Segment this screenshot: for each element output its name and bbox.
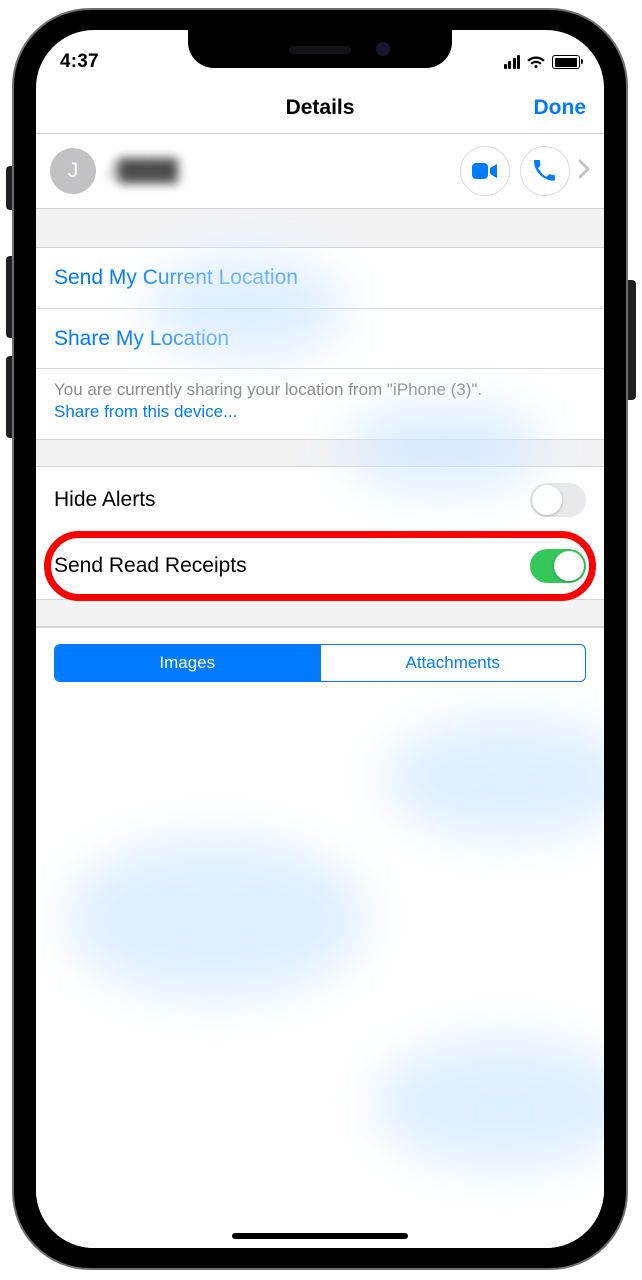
row-label: Share My Location [54,327,229,351]
row-label: Send Read Receipts [54,554,530,578]
phone-mute-switch [6,166,14,210]
wifi-icon [526,55,546,69]
contact-name: J████ [108,159,178,183]
send-read-receipts-toggle[interactable] [530,549,586,583]
phone-icon [534,160,556,182]
phone-notch [188,30,452,68]
phone-volume-down [6,356,14,438]
section-gap [36,208,604,248]
location-sharing-note: You are currently sharing your location … [36,368,604,439]
attachments-section: Images Attachments [36,627,604,698]
hide-alerts-toggle[interactable] [530,483,586,517]
page-title: Details [286,96,355,120]
section-gap [36,439,604,467]
send-current-location-button[interactable]: Send My Current Location [36,248,604,308]
contact-avatar: J [50,148,96,194]
images-tab[interactable]: Images [55,645,320,681]
home-indicator [232,1233,408,1239]
attachments-content [36,698,604,1248]
phone-side-button [628,280,636,400]
screen: 4:37 Details Done J J████ [36,30,604,1248]
call-button[interactable] [520,146,570,196]
battery-icon [552,55,580,69]
nav-bar: Details Done [36,82,604,134]
facetime-video-button[interactable] [460,146,510,196]
row-label: Hide Alerts [54,488,530,512]
chevron-right-icon [578,159,590,184]
row-label: Send My Current Location [54,266,298,290]
phone-frame: 4:37 Details Done J J████ [14,10,626,1268]
share-from-this-device-link[interactable]: Share from this device... [54,402,237,421]
status-time: 4:37 [60,51,99,73]
section-gap [36,599,604,627]
segmented-control: Images Attachments [54,644,586,682]
contact-row[interactable]: J J████ [36,134,604,208]
share-my-location-button[interactable]: Share My Location [36,308,604,368]
video-camera-icon [472,162,498,180]
send-read-receipts-row: Send Read Receipts [36,533,604,599]
note-text: You are currently sharing your location … [54,380,482,399]
phone-volume-up [6,256,14,338]
attachments-tab[interactable]: Attachments [320,645,586,681]
done-button[interactable]: Done [534,96,587,120]
hide-alerts-row: Hide Alerts [36,467,604,533]
cellular-signal-icon [504,55,521,69]
